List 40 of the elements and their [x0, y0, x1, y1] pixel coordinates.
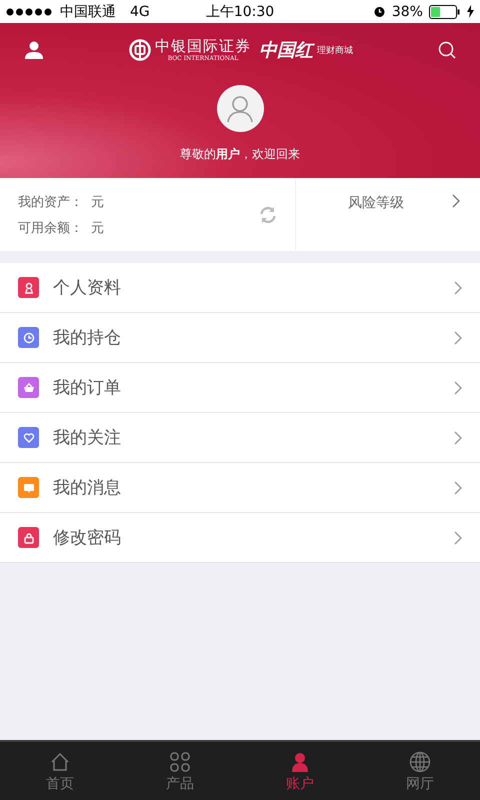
- tab[interactable]: 产品: [120, 742, 240, 800]
- signal-icon: [6, 8, 54, 16]
- menu-item[interactable]: 修改密码: [0, 513, 480, 563]
- chevron-icon: [454, 330, 462, 344]
- chevron-icon: [454, 280, 462, 294]
- search-icon[interactable]: [438, 41, 456, 59]
- alarm-icon: [372, 5, 386, 18]
- logo-text: 中银国际证券: [155, 38, 251, 54]
- chevron-icon: [454, 430, 462, 444]
- profile-icon[interactable]: [24, 41, 44, 59]
- menu-item[interactable]: 我的消息: [0, 463, 480, 513]
- battery-percent: 38%: [392, 4, 423, 20]
- menu-item[interactable]: 我的关注: [0, 413, 480, 463]
- risk-level-link[interactable]: 风险等级: [296, 178, 480, 251]
- carrier-name: 中国联通: [60, 2, 116, 20]
- menu-item[interactable]: 我的持仓: [0, 313, 480, 363]
- asset-value: 元: [91, 194, 104, 210]
- menu-item[interactable]: 我的订单: [0, 363, 480, 413]
- asset-label: 可用余额：: [18, 220, 83, 236]
- tab[interactable]: 网厅: [360, 742, 480, 800]
- charging-icon: [466, 5, 474, 18]
- battery-icon: [428, 4, 461, 18]
- status-time: 上午10:30: [206, 2, 274, 20]
- welcome-text: 尊敬的用户，欢迎回来: [180, 146, 300, 163]
- chevron-icon: [452, 194, 460, 208]
- asset-label: 我的资产：: [18, 194, 83, 210]
- grid-icon: [168, 750, 192, 774]
- chevron-icon: [454, 530, 462, 544]
- network-type: 4G: [130, 4, 150, 20]
- logo-icon: [129, 39, 151, 61]
- menu-item[interactable]: 个人资料: [0, 263, 480, 313]
- chevron-icon: [454, 480, 462, 494]
- asset-value: 元: [91, 220, 104, 236]
- brand-name: 中国红: [259, 39, 313, 62]
- tab[interactable]: 首页: [0, 742, 120, 800]
- brand-subtitle: 理财商城: [317, 44, 353, 56]
- person-icon: [227, 94, 253, 122]
- avatar[interactable]: [216, 85, 264, 132]
- chevron-icon: [454, 380, 462, 394]
- globe-icon: [408, 750, 432, 774]
